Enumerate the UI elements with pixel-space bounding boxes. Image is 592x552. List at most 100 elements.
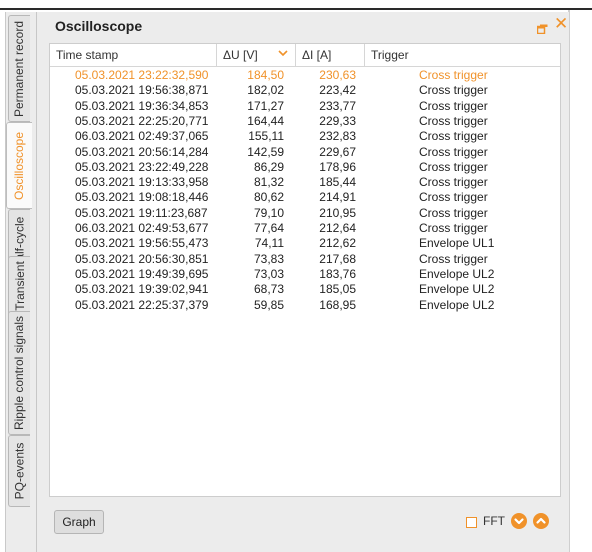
fft-checkbox[interactable] [466, 517, 477, 528]
sort-descending-icon [278, 44, 288, 66]
cell-trigger: Envelope UL1 [419, 236, 495, 251]
cell-delta-i: 178,96 [319, 159, 356, 174]
cell-delta-u: 86,29 [253, 159, 284, 174]
cell-trigger: Cross trigger [419, 190, 488, 205]
cell-delta-u: 171,27 [247, 98, 284, 113]
cell-delta-i: 229,33 [319, 113, 356, 128]
cell-time-stamp: 06.03.2021 02:49:37,065 [75, 129, 209, 144]
cell-delta-i: 183,76 [319, 266, 356, 281]
table-row[interactable]: 05.03.2021 19:39:02,941 68,73 185,05 Envelo… [50, 282, 560, 298]
tab-label: Ripple control signals [12, 315, 27, 431]
panel-title: Oscilloscope [55, 18, 143, 34]
cell-delta-u: 142,59 [247, 144, 284, 159]
cell-time-stamp: 05.03.2021 22:25:37,379 [75, 297, 209, 312]
cell-delta-i: 223,42 [319, 83, 356, 98]
top-border-line [0, 8, 592, 10]
table-row[interactable]: 05.03.2021 22:25:20,771 164,44 229,33 Cross… [50, 114, 560, 130]
cell-delta-i: 232,83 [319, 129, 356, 144]
cell-delta-u: 77,64 [253, 221, 284, 235]
tab-label: Transient [12, 261, 27, 311]
tab-permanent-record[interactable]: Permanent record [8, 15, 30, 122]
cell-trigger: Cross trigger [419, 175, 488, 190]
cell-delta-i: 185,44 [319, 175, 356, 190]
cell-trigger: Cross trigger [419, 113, 488, 128]
cell-time-stamp: 05.03.2021 19:13:33,958 [75, 175, 209, 190]
cell-delta-i: 185,05 [319, 282, 356, 297]
column-header-trigger[interactable]: Trigger [365, 44, 560, 66]
column-header-delta-u[interactable]: ΔU [V] [217, 44, 296, 66]
table-row[interactable]: 05.03.2021 19:36:34,853 171,27 233,77 Cross… [50, 99, 560, 115]
cell-time-stamp: 06.03.2021 02:49:53,677 [75, 221, 209, 235]
table-row[interactable]: 05.03.2021 22:25:37,379 59,85 168,95 Envelo… [50, 298, 560, 314]
oscilloscope-panel: Oscilloscope ✕ Time stamp ΔU [V] ΔI [A] … [36, 12, 569, 552]
cell-delta-u: 155,11 [248, 129, 284, 144]
table-row[interactable]: 06.03.2021 02:49:37,065 155,11 232,83 Cross… [50, 129, 560, 145]
table-row[interactable]: 05.03.2021 19:13:33,958 81,32 185,44 Cross … [50, 175, 560, 191]
cell-trigger: Envelope UL2 [419, 266, 495, 281]
cell-trigger: Cross trigger [419, 159, 488, 174]
cell-time-stamp: 05.03.2021 22:25:20,771 [75, 113, 209, 128]
cell-delta-u: 59,85 [253, 297, 284, 312]
cell-delta-u: 74,11 [254, 236, 284, 251]
table-row[interactable]: 05.03.2021 20:56:14,284 142,59 229,67 Cross… [50, 145, 560, 161]
cell-time-stamp: 05.03.2021 19:08:18,446 [75, 190, 209, 205]
cell-time-stamp: 05.03.2021 19:56:38,871 [75, 83, 209, 98]
cell-trigger: Cross trigger [419, 251, 488, 266]
table-row[interactable]: 05.03.2021 23:22:32,590 184,50 230,63 Cross… [50, 68, 560, 84]
close-icon[interactable]: ✕ [554, 15, 568, 32]
cell-delta-u: 184,50 [247, 68, 284, 82]
table-row[interactable]: 05.03.2021 19:11:23,687 79,10 210,95 Cross … [50, 206, 560, 222]
cell-delta-u: 79,10 [253, 205, 284, 220]
tab-ripple-control-signals[interactable]: Ripple control signals [8, 311, 30, 435]
table-row[interactable]: 05.03.2021 23:22:49,228 86,29 178,96 Cross … [50, 160, 560, 176]
tab-oscilloscope[interactable]: Oscilloscope [6, 122, 32, 209]
column-label: ΔU [V] [223, 48, 258, 62]
table-row[interactable]: 05.03.2021 19:56:38,871 182,02 223,42 Cross… [50, 83, 560, 99]
cell-trigger: Cross trigger [419, 68, 488, 82]
cell-delta-u: 73,03 [253, 266, 284, 281]
table-row[interactable]: 05.03.2021 19:08:18,446 80,62 214,91 Cross … [50, 190, 560, 206]
cell-time-stamp: 05.03.2021 19:56:55,473 [75, 236, 209, 251]
cell-time-stamp: 05.03.2021 23:22:32,590 [75, 68, 209, 82]
tab-label: Oscilloscope [12, 131, 27, 200]
cell-delta-i: 168,95 [319, 297, 356, 312]
cell-trigger: Cross trigger [419, 83, 488, 98]
cell-trigger: Cross trigger [419, 129, 488, 144]
cell-delta-i: 217,68 [319, 251, 356, 266]
cell-trigger: Envelope UL2 [419, 282, 495, 297]
cell-time-stamp: 05.03.2021 19:11:23,687 [75, 205, 208, 220]
restore-window-icon[interactable] [536, 21, 548, 35]
table-row[interactable]: 05.03.2021 20:56:30,851 73,83 217,68 Cross … [50, 252, 560, 268]
cell-trigger: Envelope UL2 [419, 297, 495, 312]
column-label: ΔI [A] [302, 48, 332, 62]
fft-label: FFT [483, 514, 505, 528]
table-header: Time stamp ΔU [V] ΔI [A] Trigger [50, 44, 560, 67]
scroll-up-icon[interactable] [533, 513, 549, 529]
table-row[interactable]: 05.03.2021 19:56:55,473 74,11 212,62 Envelo… [50, 236, 560, 252]
table-row[interactable]: 05.03.2021 19:49:39,695 73,03 183,76 Envelo… [50, 267, 560, 283]
cell-delta-u: 80,62 [253, 190, 284, 205]
events-table: Time stamp ΔU [V] ΔI [A] Trigger 05.03.2… [49, 43, 561, 497]
cell-delta-u: 81,32 [253, 175, 284, 190]
cell-delta-u: 182,02 [247, 83, 284, 98]
tab-transient[interactable]: Transient [8, 256, 30, 316]
scroll-down-icon[interactable] [511, 513, 527, 529]
cell-delta-i: 233,77 [319, 98, 356, 113]
column-header-time-stamp[interactable]: Time stamp [50, 44, 217, 66]
graph-button[interactable]: Graph [54, 510, 104, 534]
cell-time-stamp: 05.03.2021 19:49:39,695 [75, 266, 209, 281]
cell-trigger: Cross trigger [419, 144, 488, 159]
table-row[interactable]: 06.03.2021 02:49:53,677 77,64 212,64 Cross … [50, 221, 560, 237]
column-header-delta-i[interactable]: ΔI [A] [296, 44, 365, 66]
cell-delta-i: 214,91 [319, 190, 356, 205]
cell-time-stamp: 05.03.2021 19:36:34,853 [75, 98, 209, 113]
oscilloscope-window: Permanent record Oscilloscope Half-cycle… [5, 12, 569, 552]
cell-delta-i: 212,64 [319, 221, 356, 235]
cell-delta-i: 230,63 [319, 68, 356, 82]
cell-time-stamp: 05.03.2021 23:22:49,228 [75, 159, 209, 174]
cell-time-stamp: 05.03.2021 20:56:30,851 [75, 251, 209, 266]
cell-trigger: Cross trigger [419, 205, 488, 220]
tab-pq-events[interactable]: PQ-events [8, 435, 30, 507]
column-label: Time stamp [56, 48, 119, 62]
cell-time-stamp: 05.03.2021 20:56:14,284 [75, 144, 209, 159]
